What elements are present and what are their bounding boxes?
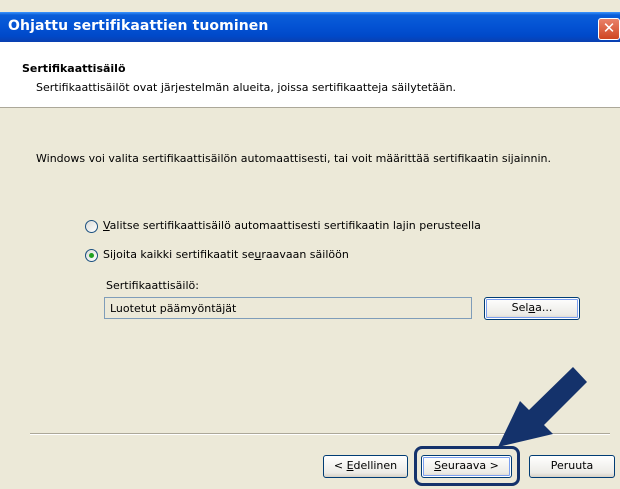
page-title: Sertifikaattisäilö [22, 62, 126, 75]
browse-button[interactable]: Selaa... [484, 297, 580, 320]
pointer-arrow-icon [498, 367, 587, 447]
cancel-button[interactable]: Peruuta [529, 455, 615, 478]
window-title: Ohjattu sertifikaattien tuominen [8, 18, 269, 34]
radio-auto-select[interactable] [85, 220, 98, 233]
import-wizard-dialog: Ohjattu sertifikaattien tuominen ✕ Serti… [0, 0, 620, 489]
store-field: Luotetut päämyöntäjät [104, 297, 472, 319]
next-button-highlight [414, 446, 520, 486]
radio-manual-label[interactable]: Sijoita kaikki sertifikaatit seuraavaan … [103, 248, 349, 261]
wizard-header: Sertifikaattisäilö Sertifikaattisäilöt o… [0, 42, 620, 108]
close-icon[interactable]: ✕ [598, 18, 620, 40]
store-label: Sertifikaattisäilö: [106, 279, 199, 292]
page-subtitle: Sertifikaattisäilöt ovat järjestelmän al… [36, 81, 457, 94]
title-bar[interactable]: Ohjattu sertifikaattien tuominen [0, 12, 620, 42]
radio-auto-label[interactable]: Valitse sertifikaattisäilö automaattises… [103, 219, 481, 232]
radio-manual-select[interactable] [85, 249, 98, 262]
radio-selected-dot [89, 253, 94, 258]
description-text: Windows voi valita sertifikaattisäilön a… [36, 152, 551, 165]
back-button[interactable]: < Edellinen [323, 455, 408, 478]
